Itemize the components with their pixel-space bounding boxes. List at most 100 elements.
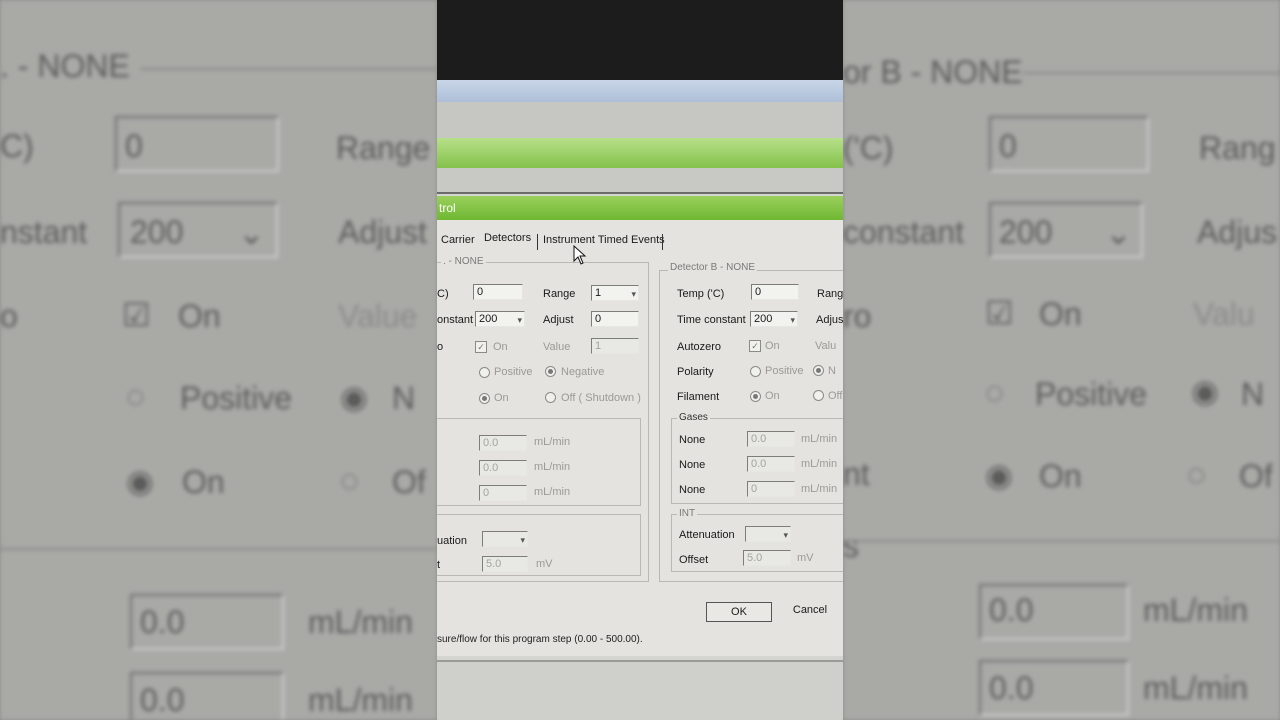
gas-unit-2: mL/min	[801, 458, 838, 470]
divider	[1023, 72, 1280, 74]
range-label: Rang	[817, 288, 843, 300]
value-label: Valu	[815, 340, 837, 352]
autozero-on-label: On	[178, 298, 221, 334]
gas-unit-3: mL/min	[801, 483, 838, 495]
autozero-checkbox[interactable]: ✓	[475, 341, 487, 353]
value-label: Valu	[1193, 296, 1255, 332]
temp-input[interactable]: 0	[751, 284, 799, 300]
flow-unit-1: mL/min	[308, 604, 413, 640]
time-constant-select[interactable]: 200 ▾	[475, 311, 525, 327]
attenuation-label: Attenuation	[679, 529, 735, 541]
filament-off-label: Of	[392, 464, 426, 500]
tab-separator	[537, 234, 538, 250]
negative-label: N	[828, 365, 836, 377]
detector-b-header: Detector B - NONE	[668, 262, 758, 273]
attenuation-select[interactable]: ▾	[482, 531, 528, 547]
offset-input[interactable]: 5.0	[482, 556, 528, 572]
mouse-cursor-icon	[573, 245, 587, 265]
gases-label-fragment: nt	[843, 456, 870, 492]
gas-flow-input-1[interactable]: 0.0	[479, 435, 527, 451]
time-constant-value: 200	[479, 313, 498, 325]
chevron-down-icon: ▾	[631, 289, 636, 299]
filament-off-radio[interactable]	[813, 390, 824, 401]
radio-selected-icon: ◉	[1191, 373, 1219, 409]
gas-flow-input-2[interactable]: 0.0	[747, 456, 795, 472]
autozero-label: o	[437, 341, 444, 353]
positive-label: Positive	[494, 366, 533, 378]
time-constant-label: nstant	[0, 214, 88, 250]
taskbar-area	[437, 660, 843, 720]
offset-unit: mV	[536, 558, 553, 570]
range-select[interactable]: 1 ▾	[591, 285, 639, 301]
flow-unit-2: mL/min	[308, 682, 413, 718]
polarity-positive-radio[interactable]	[479, 367, 490, 378]
tab-carrier[interactable]: Carrier	[441, 234, 475, 246]
autozero-label: ro	[843, 298, 872, 334]
gas-name-2: None	[679, 459, 706, 471]
filament-on-label: On	[765, 390, 780, 402]
gas-unit-1: mL/min	[534, 436, 571, 448]
chevron-down-icon: ▾	[790, 315, 795, 325]
time-constant-value: 200	[999, 214, 1053, 250]
offset-unit: mV	[797, 552, 814, 564]
positive-label: Positive	[765, 365, 804, 377]
chevron-down-icon: ⌄	[238, 215, 265, 251]
filament-off-radio[interactable]	[545, 392, 556, 403]
tab-separator	[662, 234, 663, 250]
autozero-checkbox[interactable]: ✓	[749, 340, 761, 352]
time-constant-value: 200	[754, 313, 773, 325]
instrument-control-dialog: trol Carrier Detectors Instrument Timed …	[437, 196, 843, 656]
chevron-down-icon: ▾	[783, 530, 788, 540]
gas-flow-input-1[interactable]: 0.0	[747, 431, 795, 447]
gas-flow-input-3[interactable]: 0	[479, 485, 527, 501]
radio-icon: ◌	[985, 374, 1005, 410]
temp-label: C)	[437, 288, 449, 300]
range-label: Range	[336, 130, 431, 166]
positive-label: Positive	[180, 380, 293, 416]
radio-selected-icon: ◉	[340, 379, 368, 415]
toolbar-area-2	[437, 168, 843, 194]
chevron-down-icon: ▾	[517, 315, 522, 325]
offset-input[interactable]: 5.0	[743, 550, 791, 566]
filament-label: Filament	[677, 391, 720, 403]
polarity-negative-radio[interactable]	[813, 365, 824, 376]
adjust-label: Adjust	[543, 314, 574, 326]
radio-icon: ◌	[1187, 456, 1207, 492]
offset-label: Offset	[679, 554, 709, 566]
tab-instrument-timed-events[interactable]: Instrument Timed Events	[543, 234, 665, 246]
polarity-negative-radio[interactable]	[545, 366, 556, 377]
integrator-header: INT	[677, 508, 698, 519]
gas-name-3: None	[679, 484, 706, 496]
time-constant-label: Time constant	[677, 314, 746, 326]
filament-on-radio[interactable]	[479, 393, 490, 404]
tab-detectors[interactable]: Detectors	[484, 232, 531, 244]
cancel-button[interactable]: Cancel	[780, 600, 840, 620]
filament-on-radio[interactable]	[750, 391, 761, 402]
radio-icon: ◌	[340, 462, 360, 498]
range-value: 1	[595, 287, 602, 299]
attenuation-select[interactable]: ▾	[745, 526, 791, 542]
divider	[140, 68, 437, 70]
detector-b-header: or B - NONE	[843, 54, 1023, 90]
polarity-positive-radio[interactable]	[750, 366, 761, 377]
range-label: Range	[543, 288, 576, 300]
flow-unit-1: mL/min	[1143, 592, 1248, 628]
adjust-label: Adjus	[1197, 214, 1278, 250]
autozero-on-label: On	[765, 340, 780, 352]
attenuation-label: uation	[437, 535, 467, 547]
detector-a-header: . - NONE	[0, 48, 130, 84]
time-constant-label: constant	[843, 214, 964, 250]
green-banner	[437, 138, 843, 168]
temp-input[interactable]: 0	[473, 284, 523, 300]
status-hint: sure/flow for this program step (0.00 - …	[437, 634, 643, 645]
value-input[interactable]: 1	[591, 338, 639, 354]
gas-unit-1: mL/min	[801, 433, 838, 445]
autozero-on-label: On	[493, 341, 508, 353]
flow-value-2: 0.0	[140, 682, 185, 718]
gas-flow-input-3[interactable]: 0	[747, 481, 795, 497]
time-constant-select[interactable]: 200 ▾	[750, 311, 798, 327]
adjust-input[interactable]: 0	[591, 311, 639, 327]
gas-flow-input-2[interactable]: 0.0	[479, 460, 527, 476]
value-label: Value	[543, 341, 571, 353]
ok-button[interactable]: OK	[706, 602, 772, 622]
